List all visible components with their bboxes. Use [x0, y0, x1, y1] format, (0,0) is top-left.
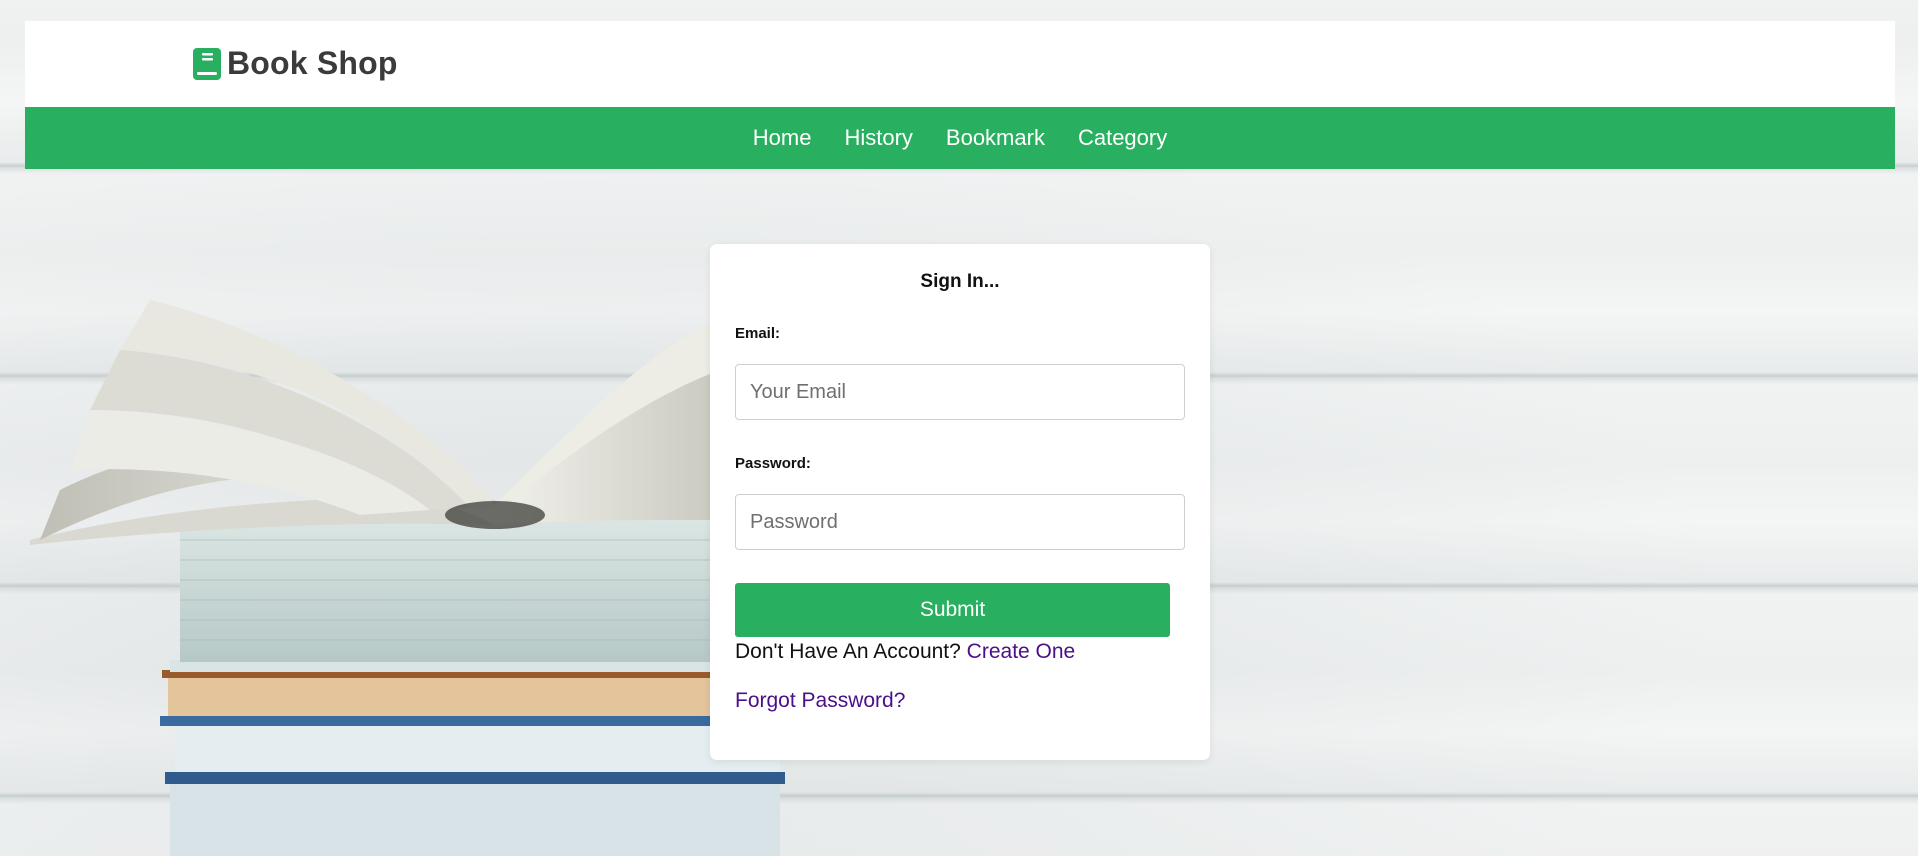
email-field[interactable]	[735, 364, 1185, 420]
password-label: Password:	[735, 455, 811, 472]
submit-button[interactable]: Submit	[735, 583, 1170, 637]
nav-history[interactable]: History	[844, 125, 912, 151]
nav-category[interactable]: Category	[1078, 125, 1167, 151]
site-header: Book Shop	[25, 21, 1895, 107]
create-account-link[interactable]: Create One	[967, 640, 1076, 663]
brand-name: Book Shop	[227, 45, 398, 81]
email-label: Email:	[735, 325, 781, 342]
brand-logo[interactable]: Book Shop	[193, 45, 398, 82]
book-icon	[193, 47, 221, 80]
forgot-password-link[interactable]: Forgot Password?	[735, 689, 905, 713]
books-illustration	[30, 300, 785, 856]
main-navbar: Home History Bookmark Category	[25, 107, 1895, 169]
nav-bookmark[interactable]: Bookmark	[946, 125, 1045, 151]
signin-card: Sign In... Email: Password: Submit Don't…	[710, 244, 1210, 760]
account-prompt-text: Don't Have An Account?	[735, 640, 961, 663]
signin-title: Sign In...	[920, 271, 1000, 292]
nav-home[interactable]: Home	[753, 125, 812, 151]
password-field[interactable]	[735, 494, 1185, 550]
account-prompt-line: Don't Have An Account? Create One	[735, 640, 1075, 664]
